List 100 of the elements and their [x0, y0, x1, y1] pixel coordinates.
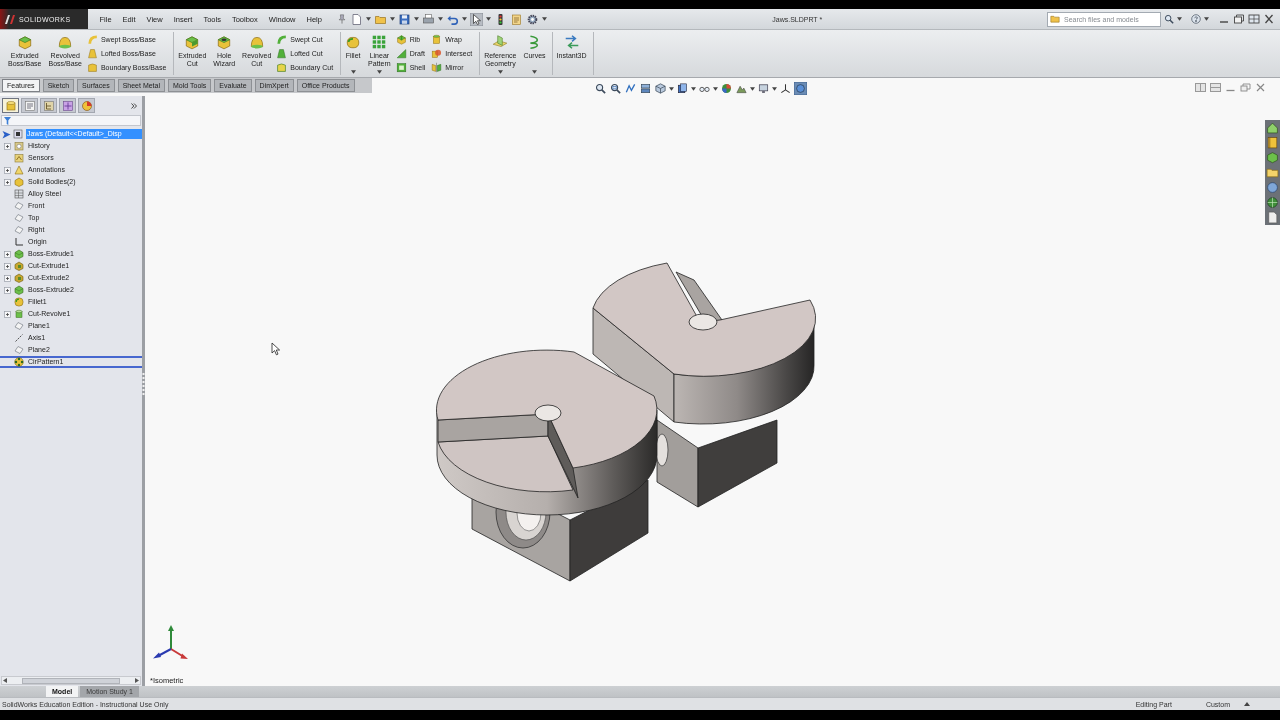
- monitor-icon[interactable]: [757, 82, 770, 95]
- document-icon[interactable]: [350, 12, 364, 26]
- folder-icon[interactable]: [1266, 166, 1279, 179]
- folder-icon: [1050, 14, 1060, 24]
- tile-icon[interactable]: [1195, 83, 1206, 92]
- mirror-icon: [431, 62, 443, 74]
- cube-icon[interactable]: [654, 82, 667, 95]
- rounded-block-icon: [14, 297, 24, 307]
- chevron-right-icon[interactable]: [131, 102, 137, 109]
- scroll-left-icon[interactable]: [3, 678, 7, 683]
- caret-icon[interactable]: [532, 70, 537, 74]
- cube-icon[interactable]: [1266, 151, 1279, 164]
- funnel-icon: [4, 116, 11, 125]
- curved-bar-icon: [276, 33, 288, 45]
- plane-icon: [14, 321, 24, 331]
- caret-icon[interactable]: [390, 17, 396, 21]
- axis-line-icon: [14, 333, 24, 343]
- caret-icon[interactable]: [1204, 17, 1209, 21]
- ribbed-block-icon: [395, 33, 407, 45]
- cube-icon: [16, 34, 33, 50]
- caret-icon[interactable]: [542, 17, 548, 21]
- printer-icon[interactable]: [422, 12, 436, 26]
- caret-icon[interactable]: [486, 17, 492, 21]
- close-icon[interactable]: [1255, 83, 1266, 92]
- caret-icon[interactable]: [1177, 17, 1182, 21]
- patch-icon: [276, 62, 288, 74]
- dome-icon: [57, 34, 74, 50]
- tile-icon[interactable]: [1210, 83, 1221, 92]
- clock-box-icon: [14, 141, 24, 151]
- axes-icon[interactable]: [779, 82, 792, 95]
- caret-icon[interactable]: [366, 17, 372, 21]
- grip-icon[interactable]: [142, 372, 145, 396]
- patch-icon: [86, 62, 98, 74]
- rounded-block-icon: [345, 34, 362, 50]
- trapezoid-icon: [276, 48, 288, 59]
- panel-tab[interactable]: [40, 98, 57, 113]
- shaded-box-icon[interactable]: [676, 82, 689, 95]
- restore-icon[interactable]: [1233, 14, 1245, 24]
- expand-icon[interactable]: [4, 262, 11, 270]
- sphere-icon[interactable]: [1266, 181, 1279, 194]
- scroll-right-icon[interactable]: [135, 678, 139, 683]
- expand-icon[interactable]: [4, 310, 11, 318]
- pin-icon[interactable]: [337, 13, 348, 25]
- tile-icon[interactable]: [1248, 14, 1260, 24]
- caret-icon[interactable]: [376, 70, 382, 74]
- magnifier-icon[interactable]: [594, 82, 607, 95]
- caret-icon[interactable]: [691, 86, 696, 91]
- dot-grid-icon: [371, 34, 388, 50]
- cube-icon: [14, 285, 24, 295]
- caret-icon[interactable]: [462, 17, 468, 21]
- horizontal-scrollbar[interactable]: [1, 676, 141, 685]
- caret-icon[interactable]: [669, 86, 674, 91]
- dome-icon: [248, 34, 265, 50]
- wedge-icon: [395, 48, 407, 59]
- circular-pattern-icon: [14, 357, 24, 367]
- notched-block-icon: [14, 273, 24, 283]
- filter-field[interactable]: [1, 115, 141, 126]
- notched-block-icon: [184, 34, 201, 50]
- hollow-box-icon: [395, 62, 407, 74]
- expand-icon[interactable]: [4, 274, 11, 282]
- caret-icon[interactable]: [438, 17, 444, 21]
- expand-icon[interactable]: [4, 286, 11, 294]
- pointer-cursor-icon: [271, 342, 281, 356]
- caret-icon[interactable]: [713, 86, 718, 91]
- list-icon: [23, 99, 36, 112]
- book-icon[interactable]: [1266, 136, 1279, 149]
- expand-icon[interactable]: [4, 166, 11, 174]
- expand-icon[interactable]: [4, 178, 11, 186]
- scrollbar-thumb[interactable]: [22, 677, 120, 684]
- caret-up-icon[interactable]: [1244, 702, 1250, 706]
- pointer-icon[interactable]: [470, 12, 484, 26]
- globe-icon[interactable]: [1266, 196, 1279, 209]
- expand-icon[interactable]: [4, 142, 11, 150]
- close-icon[interactable]: [1263, 14, 1275, 24]
- expand-icon[interactable]: [4, 250, 11, 258]
- overlapping-shapes-icon: [431, 48, 443, 59]
- sensor-icon: [14, 153, 24, 163]
- caret-icon[interactable]: [414, 17, 420, 21]
- caret-icon[interactable]: [350, 70, 356, 74]
- sphere-icon[interactable]: [720, 82, 733, 95]
- search-icon[interactable]: [1164, 14, 1174, 24]
- cube-icon: [14, 249, 24, 259]
- panel-tab[interactable]: [2, 98, 19, 113]
- caret-icon[interactable]: [497, 70, 503, 74]
- caret-icon[interactable]: [772, 86, 777, 91]
- flag-icon: [2, 129, 11, 139]
- trapezoid-icon: [86, 48, 98, 59]
- notched-block-icon: [14, 261, 24, 271]
- gear-icon[interactable]: [526, 12, 540, 26]
- sliced-box-icon[interactable]: [639, 82, 652, 95]
- pie-icon: [80, 99, 93, 112]
- magnifier-icon[interactable]: [609, 82, 622, 95]
- house-icon[interactable]: [1266, 121, 1279, 134]
- curved-bar-icon: [86, 33, 98, 45]
- cylinder-icon: [14, 309, 24, 319]
- double-arrow-icon: [563, 34, 580, 50]
- panel-tab[interactable]: [78, 98, 95, 113]
- document-icon[interactable]: [1266, 211, 1279, 224]
- caret-icon[interactable]: [750, 86, 755, 91]
- part-icon: [13, 129, 23, 139]
